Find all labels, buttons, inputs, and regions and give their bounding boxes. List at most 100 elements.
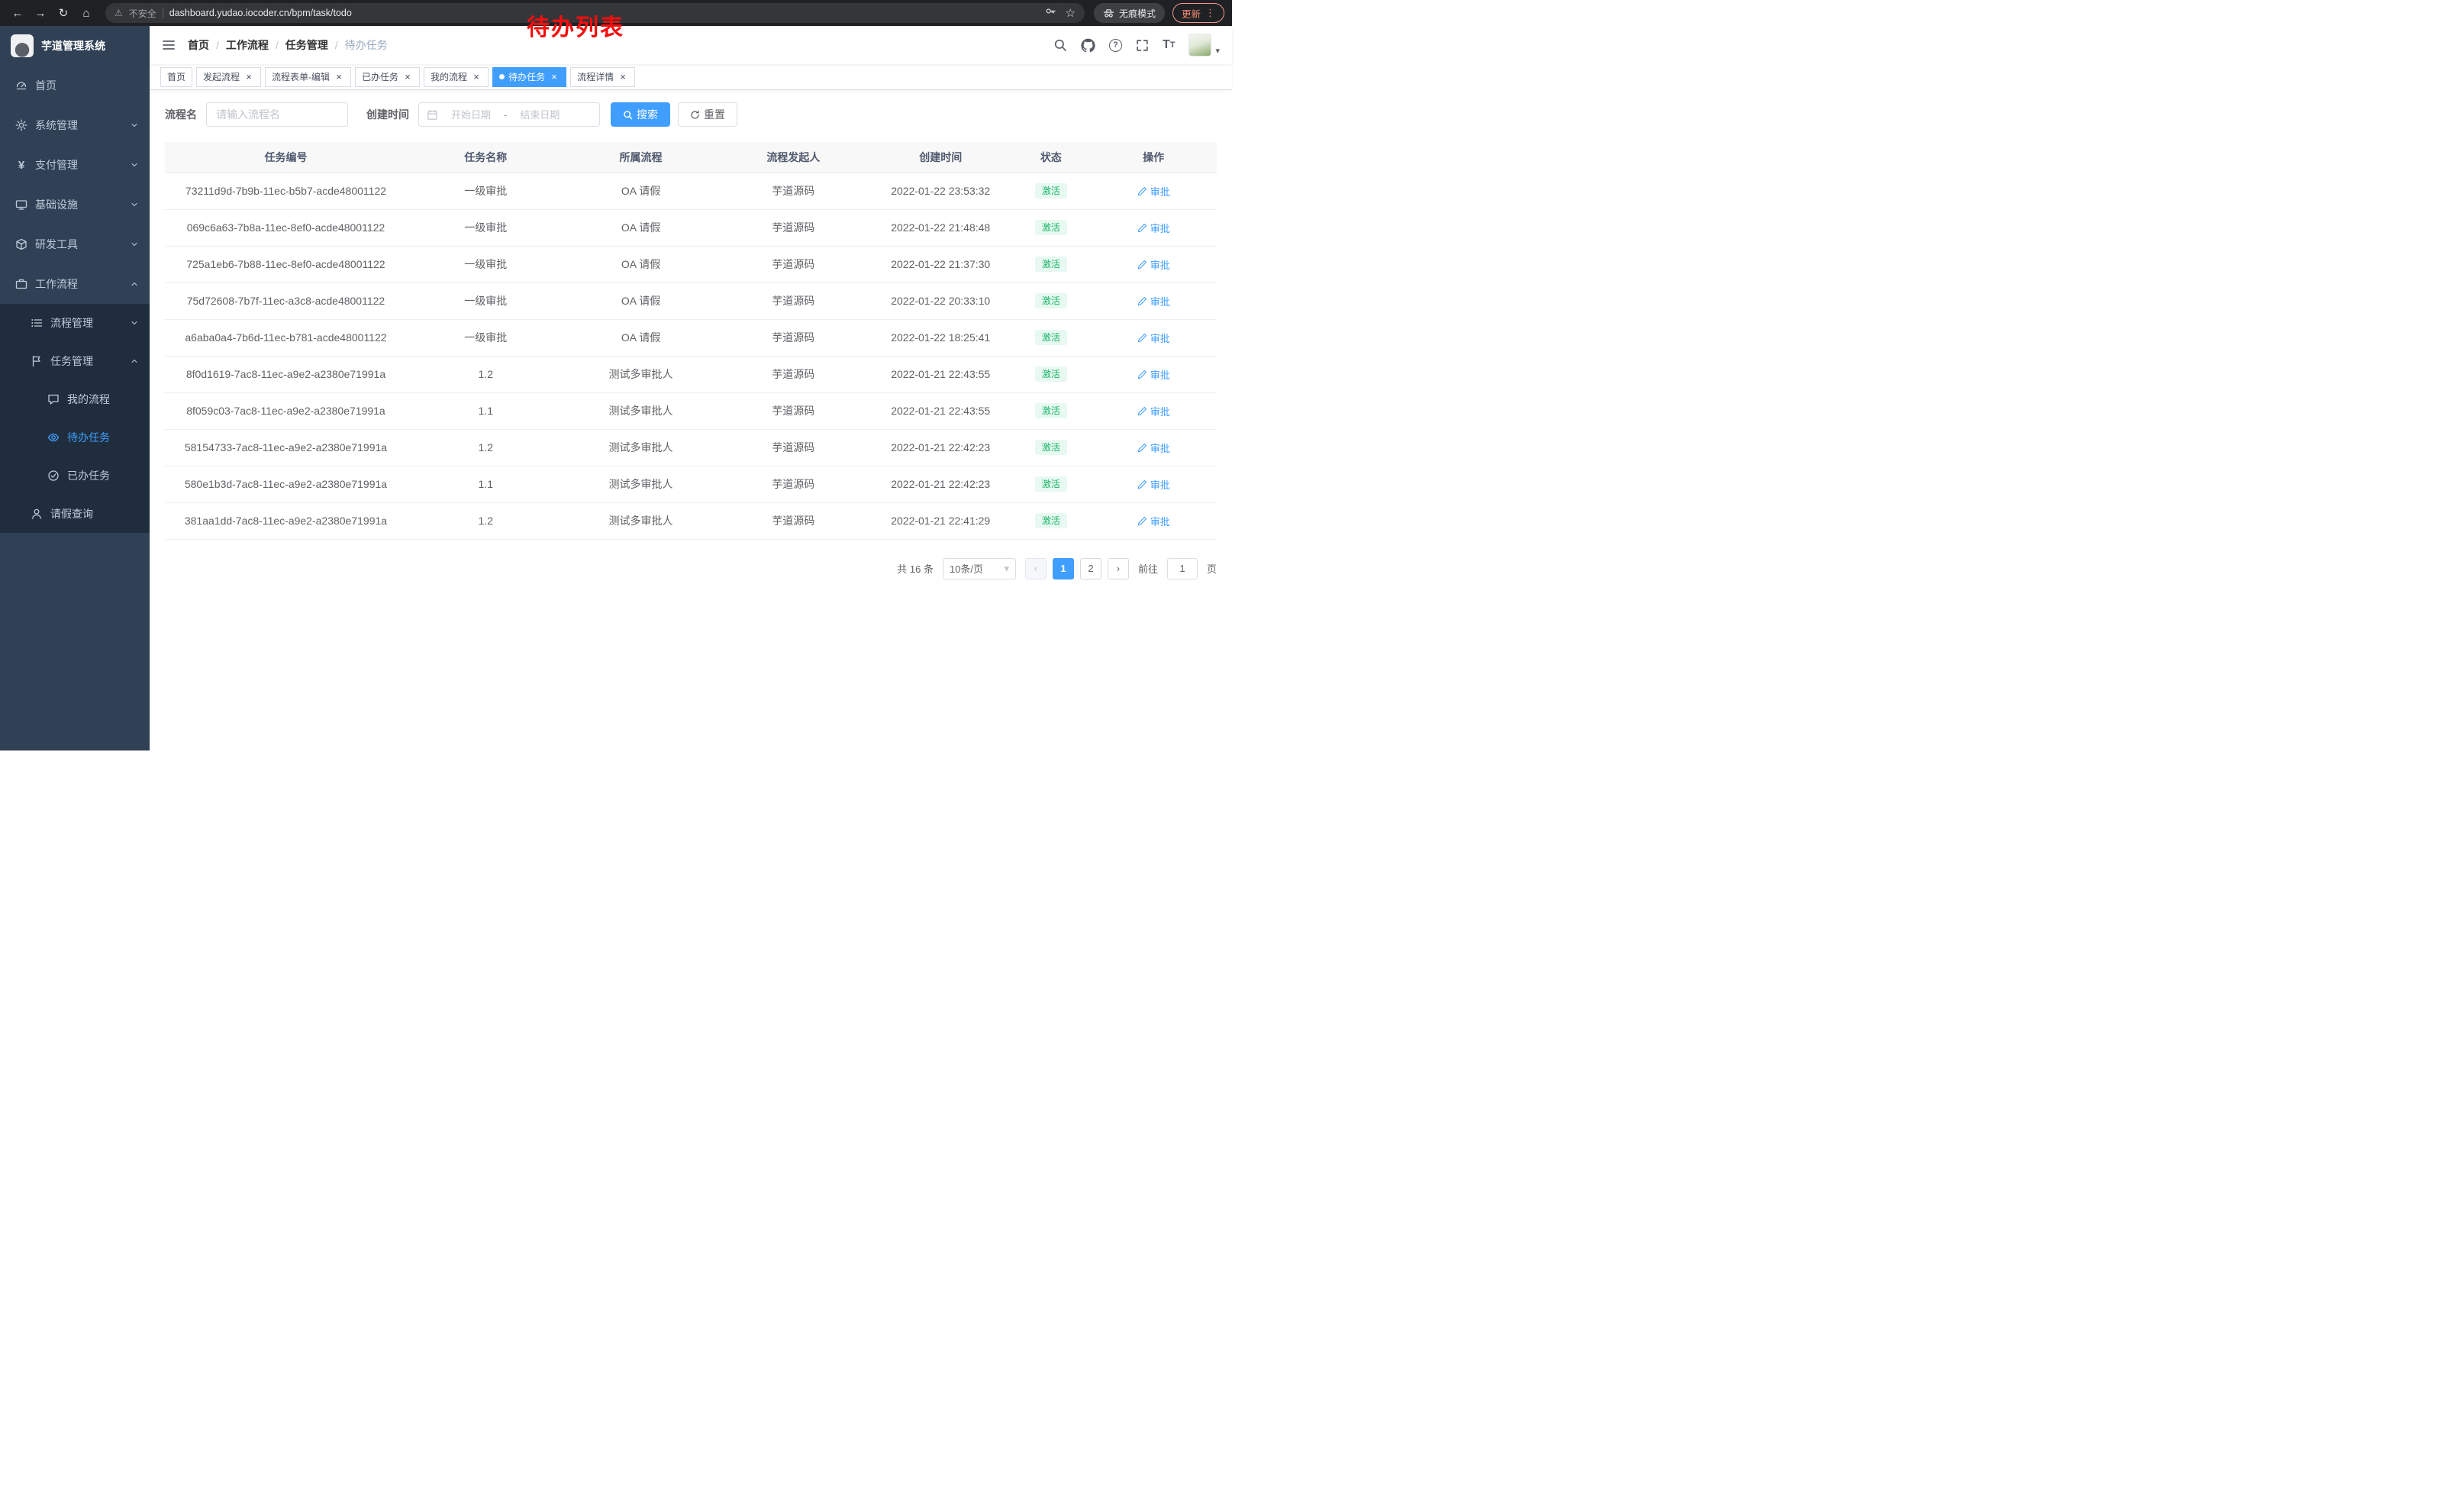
tab-close-icon[interactable]: × (549, 72, 560, 82)
edit-pencil-icon (1137, 260, 1147, 270)
browser-menu-icon[interactable]: ⋮ (1205, 7, 1215, 19)
page-size-select[interactable]: 10条/页 ▾ (943, 558, 1016, 579)
incognito-label: 无痕模式 (1119, 7, 1156, 20)
forward-icon[interactable]: → (31, 3, 50, 23)
task-name-cell: 1.1 (407, 466, 565, 502)
sidebar-collapse-icon[interactable] (162, 39, 176, 51)
next-page-button[interactable]: › (1108, 558, 1129, 579)
sidebar-item-process-management[interactable]: 流程管理 (0, 304, 150, 342)
approve-button[interactable]: 审批 (1137, 514, 1170, 528)
table-row: 580e1b3d-7ac8-11ec-a9e2-a2380e71991a1.1测… (165, 466, 1217, 502)
edit-pencil-icon (1137, 516, 1147, 526)
tab-todo-task[interactable]: 待办任务 × (492, 67, 566, 87)
tab-my-process[interactable]: 我的流程 × (424, 67, 489, 87)
breadcrumb-task-management[interactable]: 任务管理 (285, 37, 328, 53)
approve-button[interactable]: 审批 (1137, 221, 1170, 235)
search-button[interactable]: 搜索 (611, 102, 670, 127)
edit-pencil-icon (1137, 479, 1147, 489)
sidebar-item-my-process[interactable]: 我的流程 (0, 380, 150, 418)
tab-close-icon[interactable]: × (334, 72, 344, 82)
chevron-up-icon (130, 279, 139, 289)
chevron-down-icon (130, 318, 139, 328)
help-icon[interactable]: ? (1109, 39, 1122, 52)
prev-page-button[interactable]: ‹ (1025, 558, 1047, 579)
url-text: dashboard.yudao.iocoder.cn/bpm/task/todo (169, 8, 352, 18)
approve-button[interactable]: 审批 (1137, 477, 1170, 492)
approve-button[interactable]: 审批 (1137, 441, 1170, 455)
process-name-input[interactable] (206, 102, 348, 127)
fullscreen-icon[interactable] (1136, 39, 1149, 52)
process-cell: OA 请假 (565, 173, 718, 209)
table-row: 8f0d1619-7ac8-11ec-a9e2-a2380e71991a1.2测… (165, 356, 1217, 392)
reload-icon[interactable]: ↻ (53, 3, 73, 23)
created-cell: 2022-01-21 22:42:23 (869, 429, 1011, 466)
date-range-picker[interactable]: - (418, 102, 600, 127)
process-cell: 测试多审批人 (565, 502, 718, 539)
tab-close-icon[interactable]: × (471, 72, 482, 82)
status-badge: 激活 (1035, 293, 1067, 308)
table-row: 381aa1dd-7ac8-11ec-a9e2-a2380e71991a1.2测… (165, 502, 1217, 539)
approve-button[interactable]: 审批 (1137, 257, 1170, 272)
sidebar-item-task-management[interactable]: 任务管理 (0, 342, 150, 380)
approve-button[interactable]: 审批 (1137, 367, 1170, 382)
created-cell: 2022-01-21 22:43:55 (869, 356, 1011, 392)
sidebar-item-done-task[interactable]: 已办任务 (0, 457, 150, 495)
page-button-1[interactable]: 1 (1053, 558, 1074, 579)
status-badge: 激活 (1035, 257, 1067, 272)
app-logo-row: 芋道管理系统 (0, 26, 150, 66)
process-cell: OA 请假 (565, 246, 718, 282)
sidebar-item-devtools[interactable]: 研发工具 (0, 224, 150, 264)
initiator-cell: 芋道源码 (717, 209, 869, 246)
task-table: 任务编号 任务名称 所属流程 流程发起人 创建时间 状态 操作 73211d9d… (165, 142, 1217, 540)
sidebar-item-system[interactable]: 系统管理 (0, 105, 150, 145)
update-button[interactable]: 更新 ⋮ (1172, 3, 1224, 23)
end-date-input[interactable] (511, 109, 568, 121)
password-key-icon[interactable] (1045, 5, 1056, 21)
tab-close-icon[interactable]: × (402, 72, 413, 82)
back-icon[interactable]: ← (8, 3, 27, 23)
breadcrumb-home[interactable]: 首页 (188, 37, 209, 53)
tab-close-icon[interactable]: × (243, 72, 254, 82)
process-cell: OA 请假 (565, 209, 718, 246)
breadcrumb-workflow[interactable]: 工作流程 (226, 37, 269, 53)
process-cell: OA 请假 (565, 319, 718, 356)
status-badge: 激活 (1035, 220, 1067, 235)
sidebar-item-infrastructure[interactable]: 基础设施 (0, 185, 150, 224)
reset-button[interactable]: 重置 (678, 102, 737, 127)
font-size-icon[interactable]: TT (1163, 39, 1176, 51)
bookmark-star-icon[interactable]: ☆ (1066, 6, 1076, 20)
sidebar-item-leave-query[interactable]: 请假查询 (0, 495, 150, 533)
tab-process-detail[interactable]: 流程详情 × (570, 67, 635, 87)
tab-process-form-edit[interactable]: 流程表单-编辑 × (265, 67, 351, 87)
action-cell: 审批 (1091, 429, 1217, 466)
task-id-cell: a6aba0a4-7b6d-11ec-b781-acde48001122 (165, 319, 407, 356)
check-circle-icon (47, 470, 60, 482)
dashboard-icon (15, 79, 27, 92)
monitor-icon (15, 199, 27, 211)
sidebar-item-todo-task[interactable]: 待办任务 (0, 418, 150, 457)
sidebar-item-workflow[interactable]: 工作流程 (0, 264, 150, 304)
tab-home[interactable]: 首页 (160, 67, 192, 87)
page-button-2[interactable]: 2 (1080, 558, 1101, 579)
github-icon[interactable] (1081, 38, 1095, 53)
sidebar-item-payment[interactable]: ¥ 支付管理 (0, 145, 150, 185)
search-icon[interactable] (1053, 38, 1067, 52)
initiator-cell: 芋道源码 (717, 356, 869, 392)
tab-close-icon[interactable]: × (618, 72, 628, 82)
status-cell: 激活 (1011, 319, 1090, 356)
approve-button[interactable]: 审批 (1137, 404, 1170, 418)
created-cell: 2022-01-22 21:37:30 (869, 246, 1011, 282)
tab-start-process[interactable]: 发起流程 × (196, 67, 261, 87)
goto-page-input[interactable] (1167, 558, 1198, 579)
sidebar-item-home[interactable]: 首页 (0, 66, 150, 105)
home-icon[interactable]: ⌂ (76, 3, 96, 23)
tab-done-task[interactable]: 已办任务 × (355, 67, 420, 87)
user-avatar-dropdown[interactable]: ▾ (1188, 34, 1220, 56)
action-cell: 审批 (1091, 356, 1217, 392)
approve-button[interactable]: 审批 (1137, 331, 1170, 345)
start-date-input[interactable] (443, 109, 499, 121)
approve-button[interactable]: 审批 (1137, 184, 1170, 199)
task-id-cell: 75d72608-7b7f-11ec-a3c8-acde48001122 (165, 282, 407, 319)
approve-button[interactable]: 审批 (1137, 294, 1170, 308)
status-cell: 激活 (1011, 466, 1090, 502)
